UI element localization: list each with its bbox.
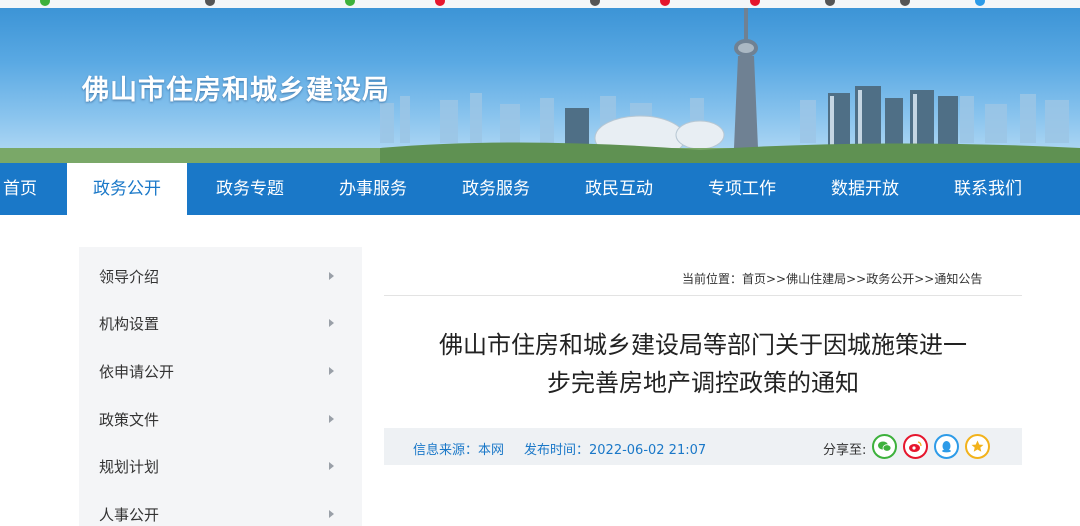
article-title: 佛山市住房和城乡建设局等部门关于因城施策进一 步完善房地产调控政策的通知 (384, 326, 1022, 402)
sidebar-item-label: 政策文件 (99, 411, 160, 429)
wechat-icon[interactable] (872, 434, 897, 459)
chevron-right-icon (329, 415, 334, 423)
header-banner: 佛山市住房和城乡建设局 (0, 8, 1080, 163)
chevron-right-icon (329, 319, 334, 327)
chevron-right-icon (329, 272, 334, 280)
nav-item-government-affairs[interactable]: 政务公开 (67, 163, 187, 215)
article-title-line-1: 佛山市住房和城乡建设局等部门关于因城施策进一 (439, 331, 967, 359)
article-meta-bar: 信息来源：本网 发布时间：2022-06-02 21:07 分享至: (384, 428, 1022, 465)
sidebar-item-on-request-disclosure[interactable]: 依申请公开 (79, 346, 362, 394)
qzone-icon[interactable] (965, 434, 990, 459)
share-label: 分享至: (823, 443, 867, 458)
sidebar-item-policy-documents[interactable]: 政策文件 (79, 394, 362, 442)
info-source: 信息来源：本网 (413, 443, 505, 458)
nav-item-services[interactable]: 办事服务 (318, 163, 428, 215)
chevron-right-icon (329, 367, 334, 375)
chevron-right-icon (329, 510, 334, 518)
main-nav: 首页 政务公开 政务专题 办事服务 政务服务 政民互动 专项工作 数据开放 联系… (0, 163, 1080, 215)
nav-item-open-data[interactable]: 数据开放 (810, 163, 920, 215)
nav-item-contact[interactable]: 联系我们 (933, 163, 1043, 215)
top-icon-strip (0, 0, 1080, 8)
sidebar: 领导介绍 机构设置 依申请公开 政策文件 规划计划 人事公开 (79, 247, 362, 526)
publish-time: 发布时间：2022-06-02 21:07 (524, 443, 707, 458)
nav-item-interaction[interactable]: 政民互动 (564, 163, 674, 215)
nav-item-gov-services[interactable]: 政务服务 (441, 163, 551, 215)
article-title-line-2: 步完善房地产调控政策的通知 (547, 369, 859, 397)
divider (384, 295, 1022, 296)
breadcrumb[interactable]: 当前位置：首页>>佛山住建局>>政务公开>>通知公告 (682, 270, 982, 287)
qq-icon[interactable] (934, 434, 959, 459)
sidebar-item-plans[interactable]: 规划计划 (79, 441, 362, 489)
sidebar-item-organization[interactable]: 机构设置 (79, 298, 362, 346)
sidebar-item-label: 领导介绍 (99, 268, 160, 286)
sidebar-item-label: 机构设置 (99, 315, 160, 333)
sidebar-item-label: 人事公开 (99, 506, 160, 524)
sidebar-item-label: 依申请公开 (99, 363, 175, 381)
chevron-right-icon (329, 462, 334, 470)
nav-item-topics[interactable]: 政务专题 (195, 163, 305, 215)
sidebar-item-label: 规划计划 (99, 458, 160, 476)
site-title[interactable]: 佛山市住房和城乡建设局 (82, 68, 390, 107)
sidebar-item-personnel[interactable]: 人事公开 (79, 489, 362, 526)
nav-item-special-work[interactable]: 专项工作 (687, 163, 797, 215)
weibo-icon[interactable] (903, 434, 928, 459)
sidebar-item-leaders[interactable]: 领导介绍 (79, 251, 362, 299)
nav-item-home[interactable]: 首页 (0, 163, 40, 215)
